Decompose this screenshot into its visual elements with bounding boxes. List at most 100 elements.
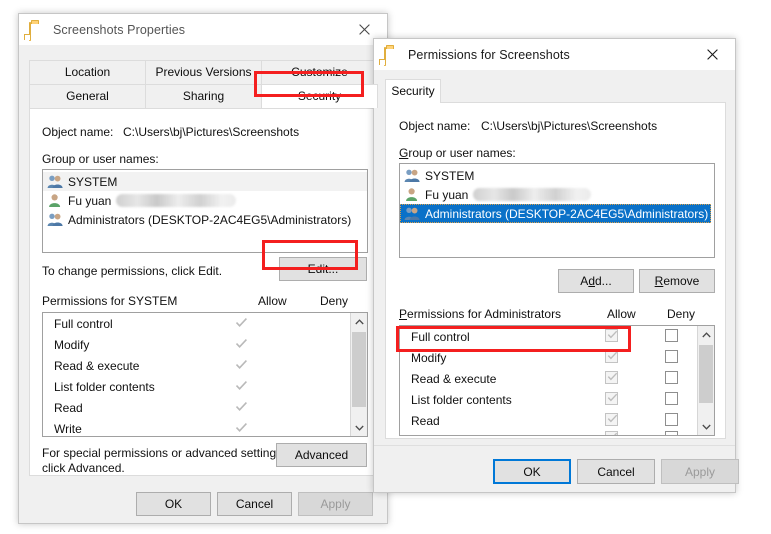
allow-checkbox[interactable] <box>605 431 618 435</box>
deny-checkbox[interactable] <box>665 371 678 384</box>
list-item-label: Administrators (DESKTOP-2AC4EG5\Administ… <box>68 212 352 227</box>
allow-checkbox[interactable] <box>605 329 618 342</box>
cancel-button[interactable]: Cancel <box>217 492 292 516</box>
folder-icon <box>29 21 44 41</box>
tab-location[interactable]: Location <box>29 60 146 84</box>
permissions-scrollbar[interactable] <box>350 313 367 436</box>
group-user-listbox[interactable]: SYSTEM Fu yuan Administrators (DESKTOP-2… <box>399 163 715 258</box>
permission-name: Modify <box>411 350 447 365</box>
advanced-hint-line-2: click Advanced. <box>42 461 125 475</box>
ok-button[interactable]: OK <box>136 492 211 516</box>
tab-security[interactable]: Security <box>385 79 441 103</box>
list-item[interactable]: Fu yuan <box>400 185 714 204</box>
permissions-for-label: Permissions for SYSTEM <box>42 294 178 308</box>
tab-customize[interactable]: Customize <box>261 60 378 84</box>
tab-security[interactable]: Security <box>261 84 378 108</box>
permissions-tab-page: Object name: C:\Users\bj\Pictures\Screen… <box>385 102 726 439</box>
close-icon[interactable] <box>690 39 735 70</box>
permission-row-partial[interactable] <box>400 431 697 435</box>
add-button-label: Add... <box>580 274 612 288</box>
list-item-label: Administrators (DESKTOP-2AC4EG5\Administ… <box>425 206 709 221</box>
permissions-title: Permissions for Screenshots <box>408 47 570 62</box>
permission-row[interactable]: Read & execute <box>43 355 350 376</box>
object-name-value: C:\Users\bj\Pictures\Screenshots <box>481 119 658 133</box>
permission-row[interactable]: List folder contents <box>400 389 697 410</box>
group-icon <box>47 174 63 189</box>
object-name-value: C:\Users\bj\Pictures\Screenshots <box>123 125 300 139</box>
list-item[interactable]: SYSTEM <box>400 166 714 185</box>
allow-check-icon <box>235 421 248 434</box>
advanced-hint-line-1: For special permissions or advanced sett… <box>42 446 286 460</box>
list-item-label: Fu yuan <box>68 193 112 208</box>
tab-row: Security <box>385 79 726 103</box>
permissions-listbox[interactable]: Full control Modify Read & execute List … <box>399 325 715 436</box>
permissions-listbox[interactable]: Full control Modify Read & execute List … <box>42 312 368 437</box>
advanced-button[interactable]: Advanced <box>276 443 367 467</box>
group-user-listbox[interactable]: SYSTEM Fu yuan Administrators (DESKTOP-2… <box>42 169 368 253</box>
permission-row[interactable]: Write <box>43 418 350 436</box>
permission-name: Read <box>54 400 83 415</box>
scroll-up-icon[interactable] <box>351 313 367 330</box>
deny-checkbox[interactable] <box>665 329 678 342</box>
permission-name: Read <box>411 413 440 428</box>
tab-previous-versions[interactable]: Previous Versions <box>145 60 262 84</box>
allow-checkbox[interactable] <box>605 371 618 384</box>
list-item[interactable]: Administrators (DESKTOP-2AC4EG5\Administ… <box>43 210 367 229</box>
scroll-up-icon[interactable] <box>698 326 714 343</box>
permission-row[interactable]: Modify <box>400 347 697 368</box>
permissions-scrollbar[interactable] <box>697 326 714 435</box>
object-name-label: Object name: <box>399 119 471 133</box>
properties-tabstrip: Location Previous Versions Customize Gen… <box>29 60 379 108</box>
permission-name: List folder contents <box>54 379 155 394</box>
apply-button: Apply <box>298 492 373 516</box>
permission-row[interactable]: Modify <box>43 334 350 355</box>
add-button[interactable]: Add... <box>558 269 634 293</box>
permission-name: Read & execute <box>411 371 497 386</box>
list-item[interactable]: Administrators (DESKTOP-2AC4EG5\Administ… <box>400 204 711 223</box>
group-icon <box>404 206 420 221</box>
list-item[interactable]: SYSTEM <box>43 172 367 191</box>
permissions-titlebar: Permissions for Screenshots <box>374 39 735 70</box>
tab-row-2: General Sharing Security <box>29 84 379 108</box>
permission-row[interactable]: Read <box>43 397 350 418</box>
permission-row[interactable]: Full control <box>43 313 350 334</box>
list-item-label: Fu yuan <box>425 187 469 202</box>
ok-button[interactable]: OK <box>493 459 571 484</box>
edit-hint-label: To change permissions, click Edit. <box>42 264 223 278</box>
screenshot-root: Screenshots Properties Location Previous… <box>0 0 771 534</box>
deny-column-header: Deny <box>320 294 349 308</box>
allow-check-icon <box>235 337 248 350</box>
permission-row[interactable]: Read <box>400 410 697 431</box>
permission-row[interactable]: Read & execute <box>400 368 697 389</box>
deny-checkbox[interactable] <box>665 350 678 363</box>
allow-checkbox[interactable] <box>605 392 618 405</box>
security-tab-page: Object name: C:\Users\bj\Pictures\Screen… <box>29 108 379 476</box>
permission-name: Full control <box>411 329 470 344</box>
remove-button[interactable]: Remove <box>639 269 715 293</box>
scroll-down-icon[interactable] <box>351 419 367 436</box>
group-or-user-names-label: Group or user names: <box>399 146 516 160</box>
edit-button[interactable]: Edit... <box>279 257 367 281</box>
scrollbar-thumb[interactable] <box>352 332 366 407</box>
allow-check-icon <box>235 400 248 413</box>
allow-checkbox[interactable] <box>605 350 618 363</box>
deny-checkbox[interactable] <box>665 431 678 435</box>
deny-checkbox[interactable] <box>665 413 678 426</box>
allow-column-header: Allow <box>607 307 636 321</box>
tab-sharing[interactable]: Sharing <box>145 84 262 108</box>
allow-checkbox[interactable] <box>605 413 618 426</box>
permission-name: List folder contents <box>411 392 512 407</box>
deny-checkbox[interactable] <box>665 392 678 405</box>
scroll-down-icon[interactable] <box>698 418 714 435</box>
permission-name: Modify <box>54 337 90 352</box>
deny-column-header: Deny <box>667 307 696 321</box>
tab-general[interactable]: General <box>29 84 146 108</box>
permissions-tabstrip: Security <box>385 79 726 103</box>
permission-row[interactable]: List folder contents <box>43 376 350 397</box>
list-item[interactable]: Fu yuan <box>43 191 367 210</box>
user-icon <box>47 193 63 208</box>
redacted-username <box>473 188 592 201</box>
permission-row[interactable]: Full control <box>400 326 697 347</box>
cancel-button[interactable]: Cancel <box>577 459 655 484</box>
scrollbar-thumb[interactable] <box>699 345 713 403</box>
